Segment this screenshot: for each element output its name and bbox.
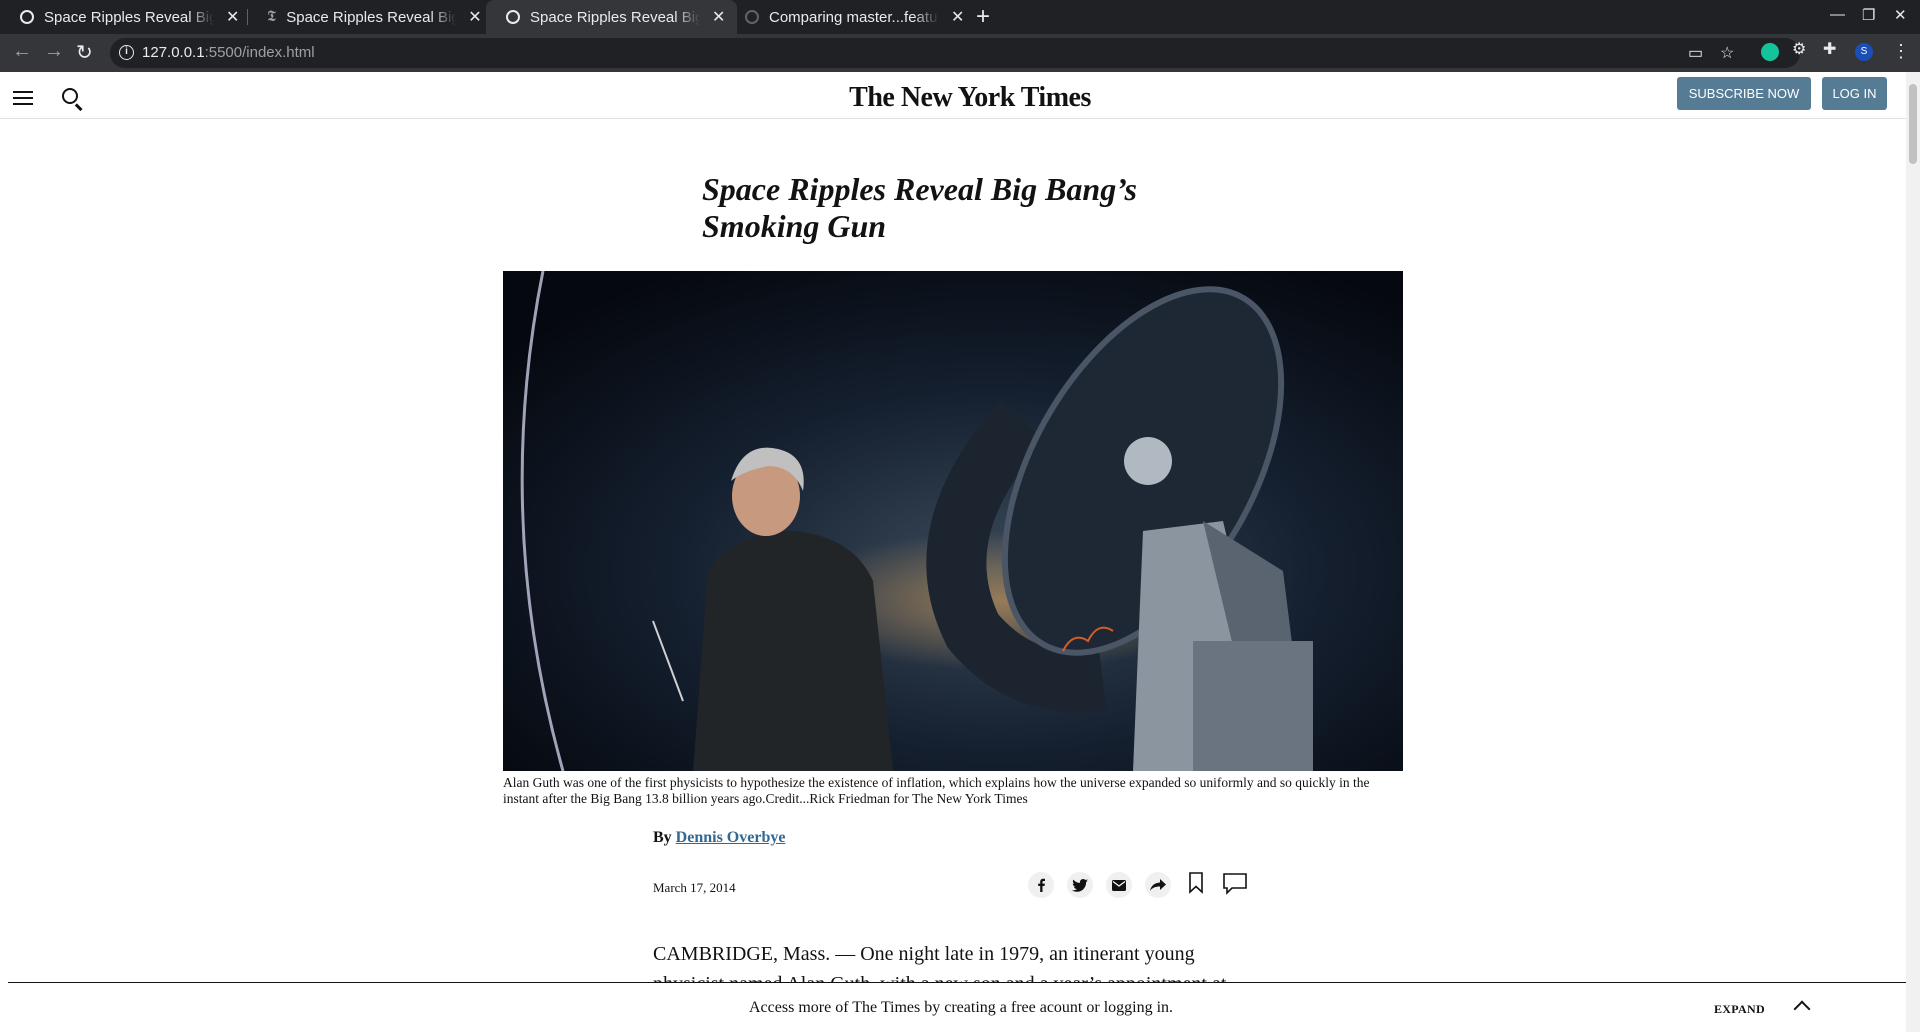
globe-icon [506,10,520,24]
subscribe-button[interactable]: SUBSCRIBE NOW [1677,77,1811,110]
author-link[interactable]: Dennis Overbye [676,829,786,846]
browser-menu-icon[interactable]: ⋮ [1892,41,1910,62]
comments-icon[interactable] [1222,872,1248,901]
facebook-share-button[interactable] [1028,872,1054,898]
more-share-button[interactable] [1145,872,1171,898]
page-viewport: The New York Times SUBSCRIBE NOW LOG IN … [0,72,1906,1032]
close-tab-icon[interactable]: ✕ [712,7,725,27]
scrollbar-thumb[interactable] [1909,84,1917,164]
bookmark-star-icon[interactable]: ☆ [1720,43,1734,63]
reload-icon[interactable]: ↻ [76,40,93,65]
telescope-photo-illustration [503,271,1403,771]
github-icon [745,10,759,24]
close-tab-icon[interactable]: ✕ [951,7,964,27]
article-photo [503,271,1403,771]
browser-toolbar: ← → ↻ i 127.0.0.1:5500/index.html ▭ ☆ ⚙ … [0,34,1920,72]
tab-title: Comparing master...feature [769,8,939,26]
byline: By Dennis Overbye [653,829,785,847]
expand-button[interactable]: EXPAND [1714,1002,1765,1017]
login-button[interactable]: LOG IN [1822,77,1887,110]
tab-title: Space Ripples Reveal Big Bang’s Smoking … [530,8,700,26]
browser-tab-4[interactable]: Comparing master...feature ✕ [725,0,976,34]
extensions-puzzle-icon[interactable]: ✚ [1823,39,1841,58]
page-scrollbar[interactable] [1906,72,1920,1032]
registration-gateway-bar: Access more of The Times by creating a f… [8,982,1906,1032]
close-tab-icon[interactable]: ✕ [226,7,239,27]
close-window-icon[interactable]: ✕ [1894,6,1907,24]
globe-icon [20,10,34,24]
hamburger-menu-icon[interactable] [13,91,33,105]
twitter-share-button[interactable] [1067,872,1093,898]
chevron-up-icon[interactable] [1793,1000,1811,1018]
cast-icon[interactable]: ▭ [1688,43,1703,63]
email-share-button[interactable] [1106,872,1132,898]
email-icon [1112,879,1126,891]
photo-caption: Alan Guth was one of the first physicist… [503,775,1370,806]
nyt-favicon-icon: 𝕿 [267,9,277,25]
minimize-icon[interactable]: — [1830,6,1845,23]
browser-tab-2[interactable]: 𝕿 Space Ripples Reveal Big Bang’s Smokin… [247,0,494,34]
publish-date: March 17, 2014 [653,880,736,895]
tab-title: Space Ripples Reveal Big Bang’s Smoking … [44,8,214,26]
gateway-message[interactable]: Access more of The Times by creating a f… [749,999,1173,1017]
search-icon[interactable] [62,88,78,104]
save-bookmark-icon[interactable] [1188,872,1204,899]
extension-gear-icon[interactable]: ⚙ [1792,39,1810,58]
profile-avatar[interactable]: S [1855,43,1873,61]
restore-icon[interactable]: ❐ [1862,6,1875,24]
close-tab-icon[interactable]: ✕ [468,7,481,27]
masthead: The New York Times SUBSCRIBE NOW LOG IN [0,72,1906,119]
share-arrow-icon [1150,879,1166,891]
byline-prefix: By [653,829,672,846]
back-arrow-icon[interactable]: ← [12,40,32,63]
browser-tab-1[interactable]: Space Ripples Reveal Big Bang’s Smoking … [0,0,251,34]
url-text[interactable]: 127.0.0.1:5500/index.html [142,44,315,61]
headline-line-2: Smoking Gun [702,208,887,244]
address-bar[interactable]: i 127.0.0.1:5500/index.html ▭ ☆ [110,38,1800,68]
tab-title: Space Ripples Reveal Big Bang’s Smoking … [286,8,457,26]
twitter-icon [1072,878,1088,892]
body-paragraph-line: CAMBRIDGE, Mass. — One night late in 197… [653,943,1195,965]
headline-line-1: Space Ripples Reveal Big Bang’s [702,171,1137,207]
new-tab-icon[interactable]: + [976,3,990,31]
site-info-icon[interactable]: i [119,45,134,60]
forward-arrow-icon[interactable]: → [44,40,64,63]
nyt-logo[interactable]: The New York Times [820,82,1120,114]
article-headline: Space Ripples Reveal Big Bang’s Smoking … [702,171,1202,245]
grammarly-icon[interactable] [1761,43,1779,61]
browser-tabstrip: Space Ripples Reveal Big Bang’s Smoking … [0,0,1920,34]
browser-tab-3-active[interactable]: Space Ripples Reveal Big Bang’s Smoking … [486,0,738,34]
facebook-icon [1038,878,1045,892]
